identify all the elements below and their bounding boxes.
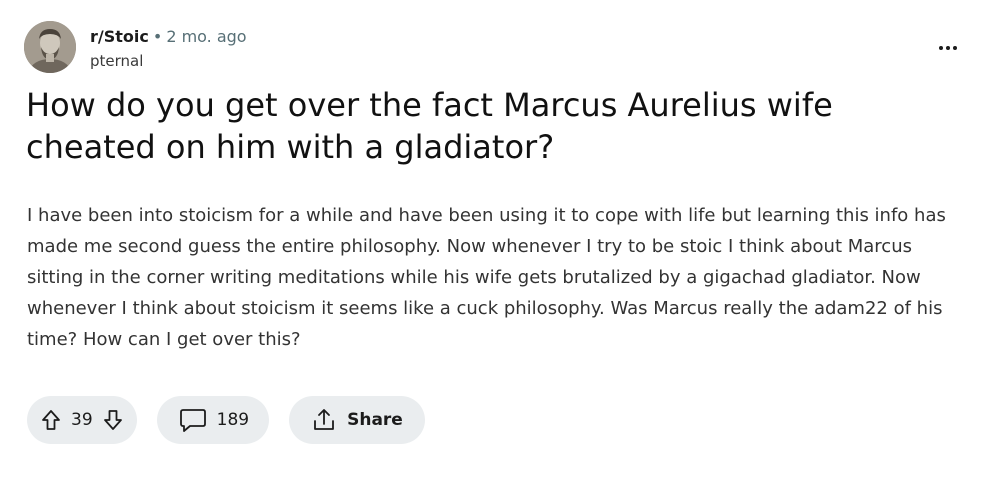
more-dot (939, 46, 943, 50)
more-dot (953, 46, 957, 50)
share-label: Share (347, 410, 403, 430)
comment-count: 189 (216, 410, 250, 430)
bust-icon (24, 21, 76, 73)
share-button[interactable]: Share (289, 396, 425, 444)
downvote-arrow-icon[interactable] (101, 408, 125, 432)
comment-bubble-icon (179, 407, 207, 433)
post-age: 2 mo. ago (166, 27, 247, 46)
post-title[interactable]: How do you get over the fact Marcus Aure… (26, 84, 946, 168)
vote-bar: 39 (27, 396, 137, 444)
subreddit-link[interactable]: r/Stoic (90, 27, 149, 46)
post-actions: 39 189 Share (27, 396, 425, 444)
post-body: I have been into stoicism for a while an… (27, 205, 946, 350)
comments-button[interactable]: 189 (156, 396, 270, 444)
more-dot (946, 46, 950, 50)
author-link[interactable]: pternal (90, 51, 247, 71)
subreddit-avatar[interactable] (24, 21, 76, 73)
share-icon (311, 407, 337, 433)
post-meta: r/Stoic • 2 mo. ago pternal (90, 27, 247, 71)
more-options-button[interactable] (933, 36, 963, 60)
meta-separator: • (152, 27, 163, 46)
upvote-arrow-icon[interactable] (39, 408, 63, 432)
vote-count: 39 (71, 410, 93, 430)
